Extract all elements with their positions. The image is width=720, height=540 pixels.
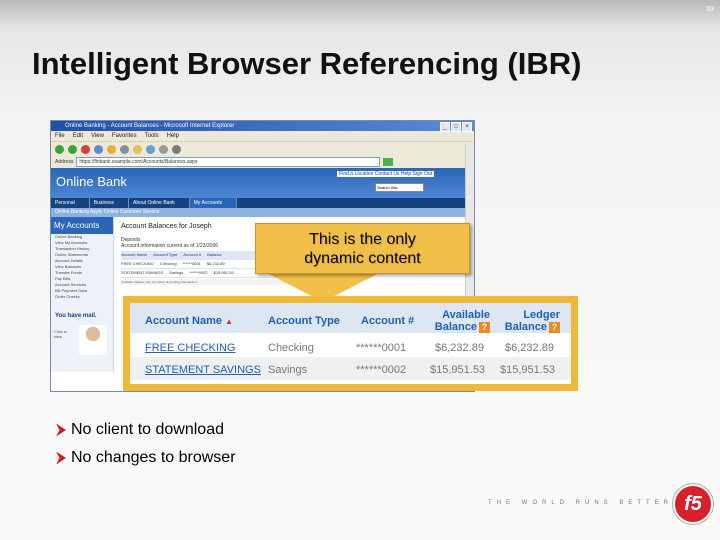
col-ledger-balance: Ledger Balance? [504,309,560,333]
mini-cell[interactable]: STATEMENT SAVINGS [121,269,163,277]
close-icon[interactable]: × [462,122,472,132]
nav-business[interactable]: Business [90,198,130,208]
arrow-bullet-icon [56,451,66,465]
ledger-balance-cell: $6,232.89 [505,342,554,354]
address-label: Address [55,159,74,165]
bullet-item: No client to download [56,421,224,439]
bullet-text: No changes to browser [71,449,236,466]
sidebar-title: My Accounts [51,217,113,234]
site-search-input[interactable]: Search Site [375,183,424,192]
main-nav: Personal Business About Online Bank My A… [51,198,474,208]
window-title: Online Banking - Account Balances - Micr… [65,123,235,129]
menu-view[interactable]: View [91,131,104,141]
slide-number: 33 [706,6,714,13]
forward-icon[interactable] [68,144,77,154]
refresh-icon[interactable] [94,144,103,154]
header-links[interactable]: Find a Location Contact Us Help Sign Out [337,171,434,177]
ledger-balance-cell: $15,951.53 [500,364,556,376]
menu-tools[interactable]: Tools [145,131,159,141]
maximize-icon[interactable]: □ [451,122,461,132]
mail-promo[interactable]: You have mail. [55,313,97,319]
mini-col: Balance [207,252,222,257]
window-titlebar: Online Banking - Account Balances - Micr… [51,121,474,132]
col-account-type[interactable]: Account Type [268,315,340,327]
favorites-icon[interactable] [133,144,142,154]
account-number-cell: ******0002 [356,364,407,376]
sort-asc-icon: ▲ [225,317,234,326]
help-icon[interactable]: ? [549,321,560,333]
mini-cell: Checking [159,261,177,266]
nav-my-accounts[interactable]: My Accounts [189,198,238,208]
f5-logo: f5 [673,484,713,524]
minimize-icon[interactable]: _ [440,122,450,132]
callout-line: dynamic content [304,249,421,267]
callout-box: This is the only dynamic content [255,223,470,274]
page-heading: Account Balances for Joseph [121,223,212,230]
person-photo [79,325,107,355]
account-number-cell: ******0001 [356,342,407,354]
slide-title: Intelligent Browser Referencing (IBR) [32,46,582,81]
mail-icon[interactable] [159,144,168,154]
mini-cell[interactable]: FREE CHECKING [121,260,154,268]
mini-col[interactable]: Account Type [153,251,177,259]
mini-cell: $15,951.53 [213,270,234,275]
col-available-balance: Available Balance? [434,309,490,333]
zoomed-table-frame: Account Name ▲ Account Type Account # Av… [123,296,578,391]
as-of-label: Account information current as of 1/23/2… [121,243,219,249]
arrow-bullet-icon [56,423,66,437]
col-account-number[interactable]: Account # [361,315,414,327]
help-icon[interactable]: ? [479,321,490,333]
menu-help[interactable]: Help [167,131,179,141]
available-balance-cell: $6,232.89 [435,342,484,354]
menu-edit[interactable]: Edit [73,131,83,141]
toolbar [51,141,474,156]
account-link-checking[interactable]: FREE CHECKING [145,342,235,354]
nav-personal[interactable]: Personal [51,198,90,208]
callout-line: This is the only [309,230,416,248]
mini-col[interactable]: Account # [183,251,201,259]
print-icon[interactable] [172,144,181,154]
bullet-text: No client to download [71,421,224,438]
bullet-item: No changes to browser [56,449,236,467]
available-balance-cell: $15,951.53 [430,364,486,376]
page-description: Deposits Account information current as … [121,237,218,249]
account-table: Account Name ▲ Account Type Account # Av… [130,303,571,384]
bank-logo: Online Bank [56,174,127,189]
nav-about[interactable]: About Online Bank [129,198,190,208]
mini-cell: Savings [169,270,184,275]
stop-icon[interactable] [81,144,90,154]
sidebar-list: Online Banking View My Accounts Transact… [51,234,113,300]
mini-col[interactable]: Account Name [121,251,147,259]
menu-favorites[interactable]: Favorites [112,131,137,141]
mini-cell: ******0002 [189,270,208,275]
col-account-name[interactable]: Account Name ▲ [145,315,233,327]
home-icon[interactable] [107,144,116,154]
mini-cell: ******0001 [182,261,201,266]
account-type-cell: Savings [268,364,308,376]
bank-header: Online Bank Find a Location Contact Us H… [51,168,474,198]
account-link-savings[interactable]: STATEMENT SAVINGS [145,364,261,376]
account-type-cell: Checking [268,342,314,354]
sidebar: My Accounts Online Banking View My Accou… [51,217,114,372]
mini-cell: $6,232.89 [206,261,225,266]
back-icon[interactable] [55,144,64,154]
address-bar: Address https://finbank.example.com/Acco… [51,156,474,168]
sub-nav[interactable]: Online Banking Apply Online Customer Ser… [51,208,474,217]
go-button[interactable] [383,158,394,166]
top-band: 33 [0,0,720,24]
media-icon[interactable] [146,144,155,154]
address-input[interactable]: https://finbank.example.com/Accounts/Bal… [76,157,381,167]
mail-promo-text: Click to view [54,329,68,339]
callout-text: This is the only dynamic content [304,230,421,268]
menu-file[interactable]: File [55,131,65,141]
search-icon[interactable] [120,144,129,154]
sidebar-item[interactable]: Order Checks [51,294,113,300]
menu-bar: File Edit View Favorites Tools Help [51,131,474,141]
